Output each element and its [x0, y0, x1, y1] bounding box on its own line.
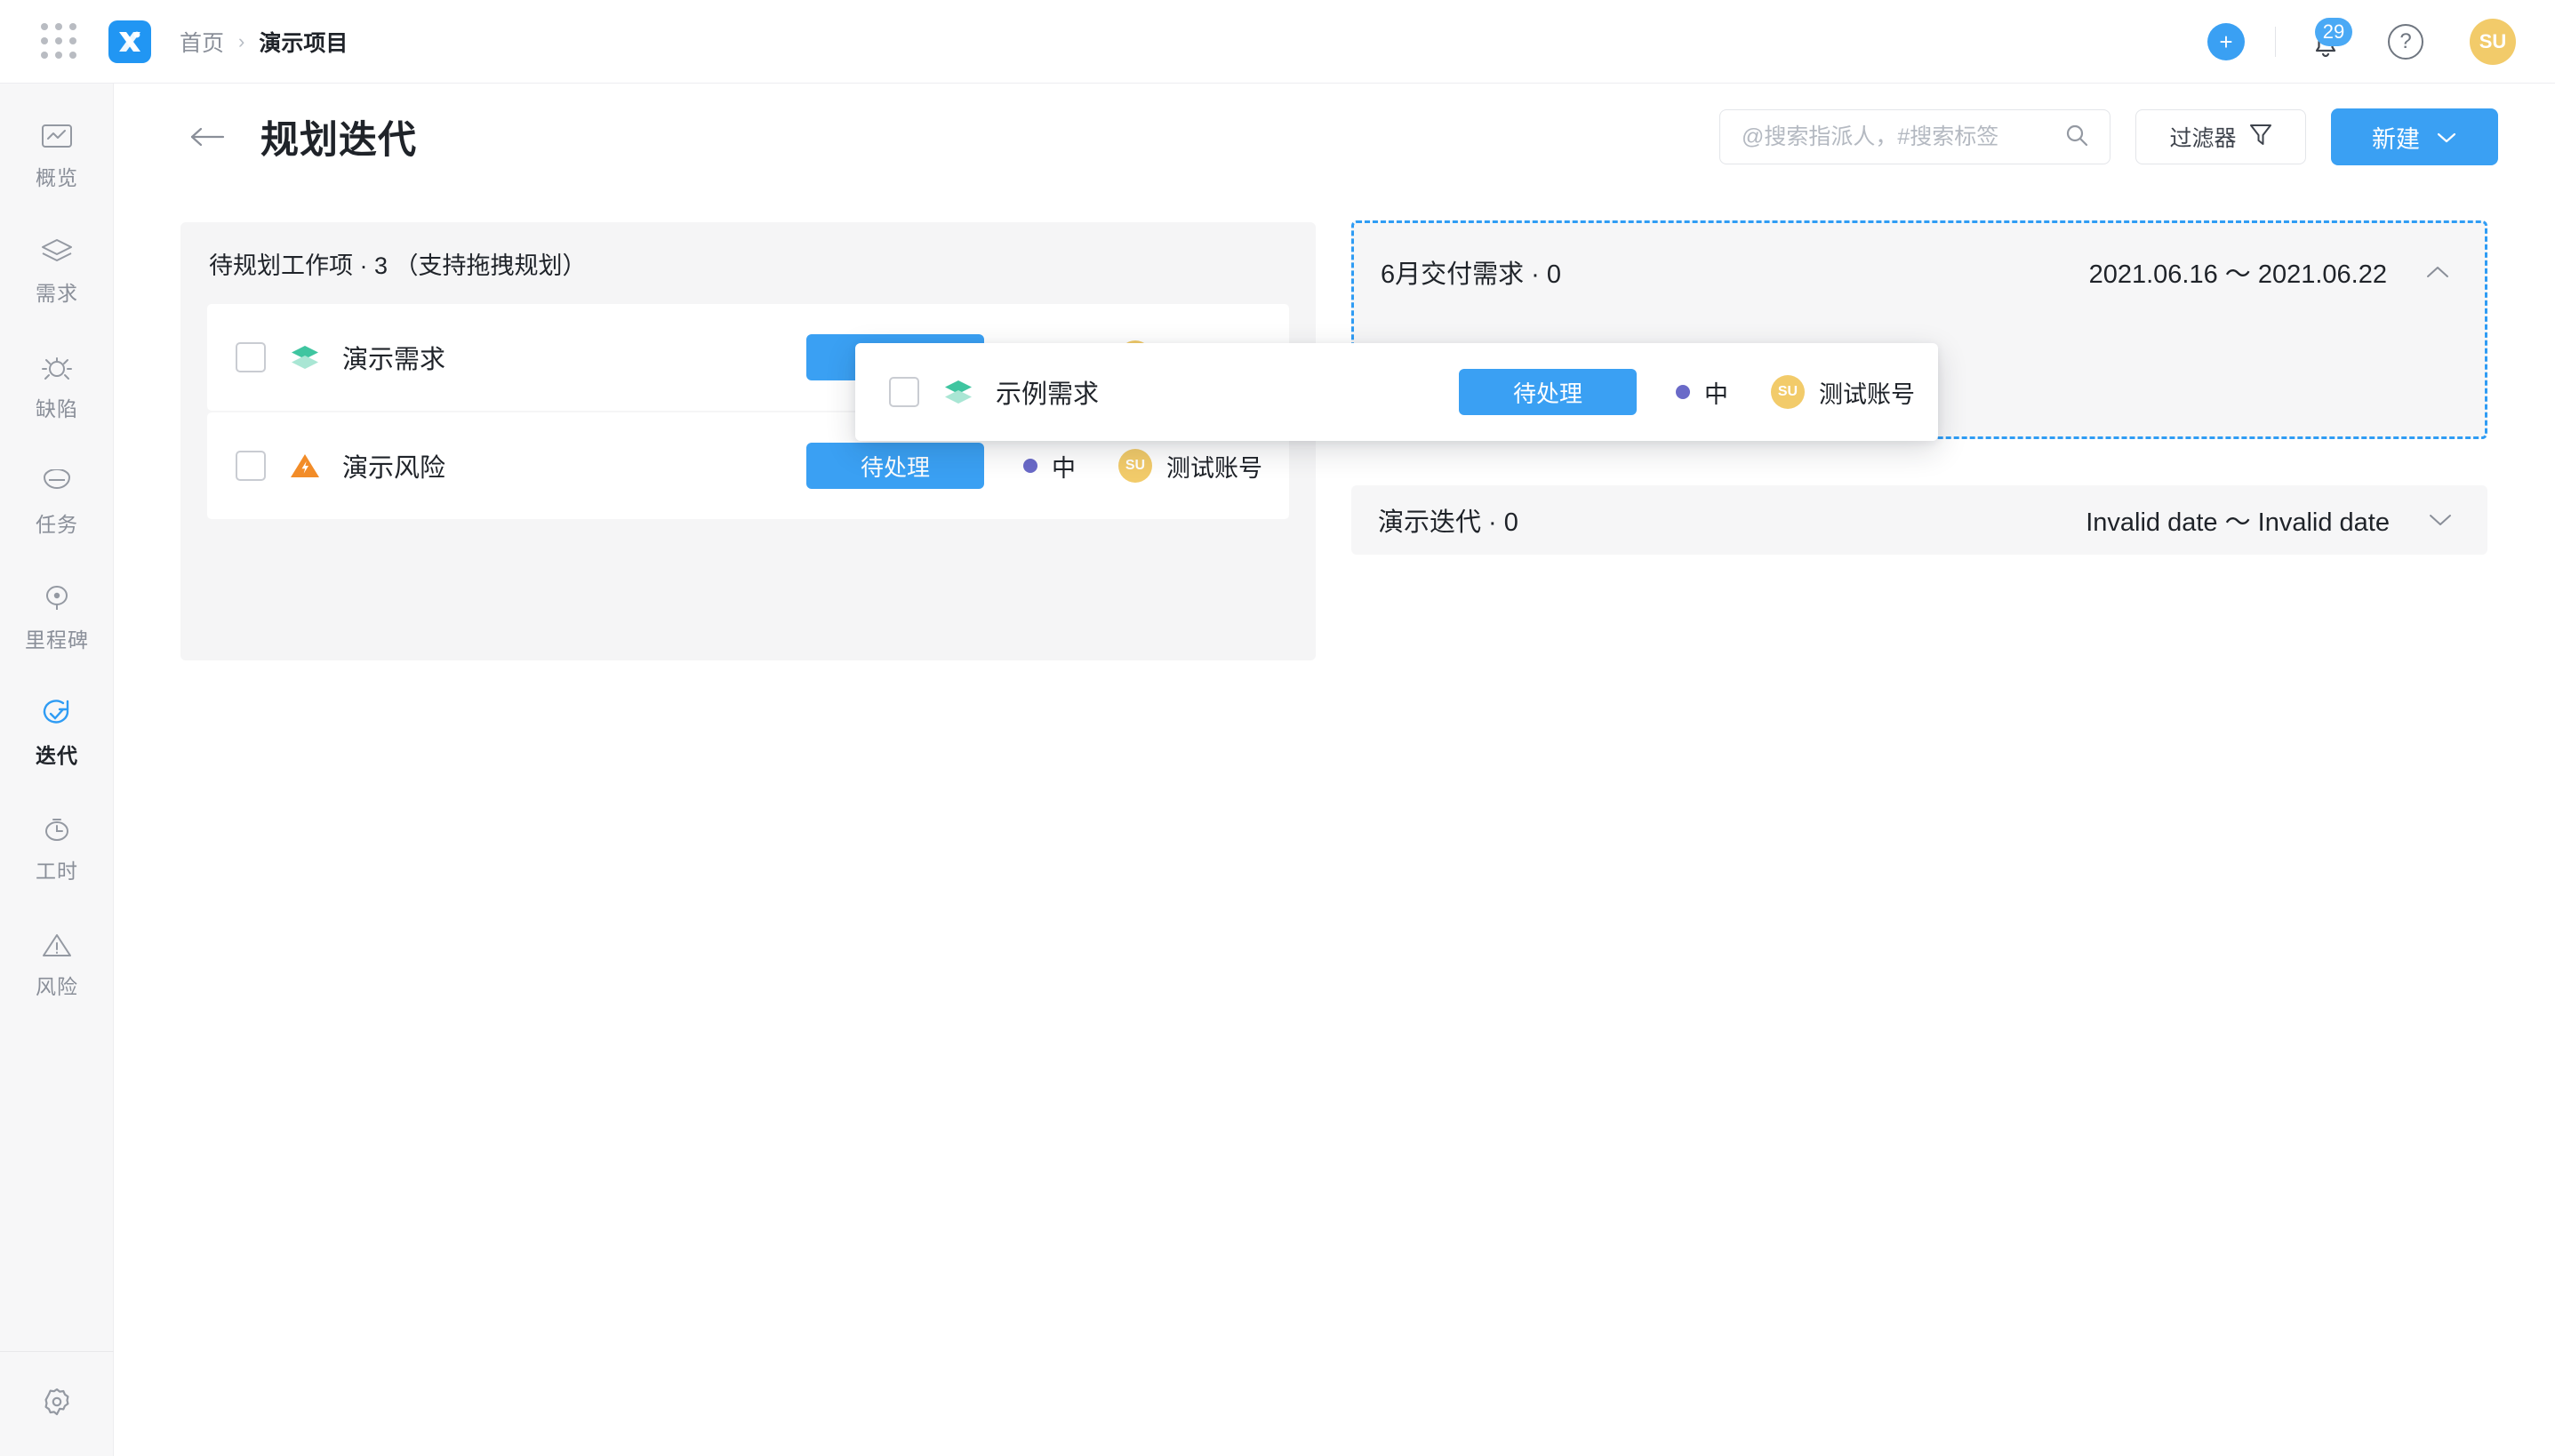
- priority-label: 中: [1052, 449, 1076, 484]
- add-button[interactable]: +: [2207, 23, 2245, 60]
- requirement-layers-icon: [289, 341, 321, 373]
- requirement-layers-icon: [40, 234, 74, 269]
- sprint-row-demo[interactable]: 演示迭代 · 0 Invalid date ～ Invalid date: [1351, 485, 2487, 555]
- assignee-name: 测试账号: [1166, 449, 1262, 484]
- breadcrumb: 首页 › 演示项目: [180, 26, 348, 58]
- top-bar-actions: + 29 ? SU: [2207, 19, 2516, 65]
- status-badge[interactable]: 待处理: [806, 443, 984, 489]
- avatar: SU: [1771, 375, 1805, 409]
- sidebar-item-label: 缺陷: [36, 392, 78, 422]
- help-icon[interactable]: ?: [2388, 24, 2423, 60]
- sprint-header[interactable]: 6月交付需求 · 0 2021.06.16 ～ 2021.06.22: [1354, 223, 2485, 321]
- sidebar-item-requirements[interactable]: 需求: [0, 231, 114, 309]
- breadcrumb-current-project[interactable]: 演示项目: [259, 26, 348, 58]
- avatar: SU: [1118, 449, 1152, 483]
- notification-badge: 29: [2315, 18, 2352, 46]
- sidebar: 概览 需求 缺陷 任务: [0, 84, 114, 1456]
- back-arrow-icon[interactable]: [184, 114, 230, 160]
- sprint-name: 演示迭代 · 0: [1378, 501, 1518, 539]
- priority-label: 中: [1704, 375, 1728, 410]
- sprint-header[interactable]: 演示迭代 · 0 Invalid date ～ Invalid date: [1351, 485, 2487, 555]
- assignee[interactable]: SU 测试账号: [1118, 449, 1262, 484]
- sidebar-item-label: 概览: [36, 161, 78, 191]
- sidebar-item-overview[interactable]: 概览: [0, 116, 114, 194]
- backlog-header: 待规划工作项 · 3 （支持拖拽规划）: [180, 222, 1316, 304]
- sidebar-settings-button[interactable]: [0, 1351, 114, 1456]
- search-input[interactable]: [1742, 124, 2063, 150]
- row-meta: 待处理 中 SU 测试账号: [806, 443, 1262, 489]
- drag-preview-card[interactable]: 示例需求 待处理 中 SU 测试账号: [855, 343, 1938, 441]
- breadcrumb-home[interactable]: 首页: [180, 26, 224, 58]
- page-header-tools: 过滤器 新建: [1719, 108, 2498, 165]
- sidebar-item-worktime[interactable]: 工时: [0, 809, 114, 887]
- priority-dot-icon: [1023, 459, 1037, 473]
- row-title: 示例需求: [996, 373, 1099, 411]
- new-button-label: 新建: [2372, 120, 2420, 155]
- search-box[interactable]: [1719, 109, 2110, 164]
- new-button[interactable]: 新建: [2331, 108, 2498, 165]
- sprint-dates: Invalid date ～ Invalid date: [2086, 501, 2390, 539]
- sprint-name: 6月交付需求 · 0: [1381, 253, 1561, 291]
- worktime-clock-icon: [41, 812, 73, 847]
- row-title: 演示需求: [342, 339, 445, 376]
- apps-grid-icon[interactable]: [41, 23, 78, 60]
- task-icon: [41, 465, 73, 500]
- iteration-cycle-icon: [40, 696, 74, 732]
- top-bar: 首页 › 演示项目 + 29 ? SU: [0, 0, 2555, 84]
- risk-warning-icon: [289, 450, 321, 482]
- sidebar-item-label: 需求: [36, 276, 78, 307]
- search-icon[interactable]: [2063, 122, 2090, 153]
- toolbar-divider: [2275, 27, 2276, 57]
- assignee[interactable]: SU 测试账号: [1771, 375, 1915, 410]
- priority-dot-icon: [1676, 385, 1690, 399]
- breadcrumb-separator: ›: [238, 30, 244, 53]
- gear-icon: [40, 1385, 74, 1423]
- row-checkbox[interactable]: [236, 342, 266, 372]
- risk-warning-icon: [41, 927, 73, 963]
- sidebar-item-label: 工时: [36, 854, 78, 884]
- row-title: 演示风险: [342, 447, 445, 484]
- filter-button-label: 过滤器: [2169, 121, 2236, 153]
- chevron-down-icon: [2436, 124, 2457, 151]
- backlog-panel: 待规划工作项 · 3 （支持拖拽规划） 演示需求 待处理 中 SU 测: [180, 222, 1316, 660]
- sidebar-item-defects[interactable]: 缺陷: [0, 347, 114, 425]
- sprint-dates: 2021.06.16 ～ 2021.06.22: [2089, 253, 2387, 291]
- sidebar-item-label: 里程碑: [25, 623, 89, 653]
- requirement-layers-icon: [942, 376, 974, 408]
- row-meta: 待处理 中 SU 测试账号: [1459, 369, 1915, 415]
- chevron-up-icon[interactable]: [2423, 257, 2453, 287]
- sidebar-item-label: 风险: [36, 970, 78, 1000]
- priority-indicator[interactable]: 中: [1023, 449, 1076, 484]
- row-checkbox[interactable]: [236, 451, 266, 481]
- chevron-down-icon[interactable]: [2425, 505, 2455, 535]
- sidebar-item-tasks[interactable]: 任务: [0, 462, 114, 540]
- logo-x-icon[interactable]: [108, 20, 151, 63]
- sidebar-item-risks[interactable]: 风险: [0, 924, 114, 1003]
- user-avatar[interactable]: SU: [2470, 19, 2516, 65]
- bug-icon: [41, 349, 73, 385]
- notifications-bell-icon[interactable]: 29: [2306, 21, 2345, 62]
- page-header: 规划迭代 过滤器 新建: [115, 84, 2555, 190]
- page-title: 规划迭代: [260, 109, 417, 164]
- priority-indicator[interactable]: 中: [1676, 375, 1728, 410]
- sidebar-item-milestones[interactable]: 里程碑: [0, 578, 114, 656]
- funnel-icon: [2249, 122, 2272, 153]
- filter-button[interactable]: 过滤器: [2135, 109, 2306, 164]
- milestone-pin-icon: [42, 580, 72, 616]
- assignee-name: 测试账号: [1819, 375, 1915, 410]
- status-badge[interactable]: 待处理: [1459, 369, 1637, 415]
- sidebar-item-label: 任务: [36, 508, 78, 538]
- sidebar-item-label: 迭代: [36, 739, 78, 769]
- overview-icon: [41, 118, 73, 154]
- sidebar-item-iterations[interactable]: 迭代: [0, 693, 114, 772]
- row-checkbox[interactable]: [889, 377, 919, 407]
